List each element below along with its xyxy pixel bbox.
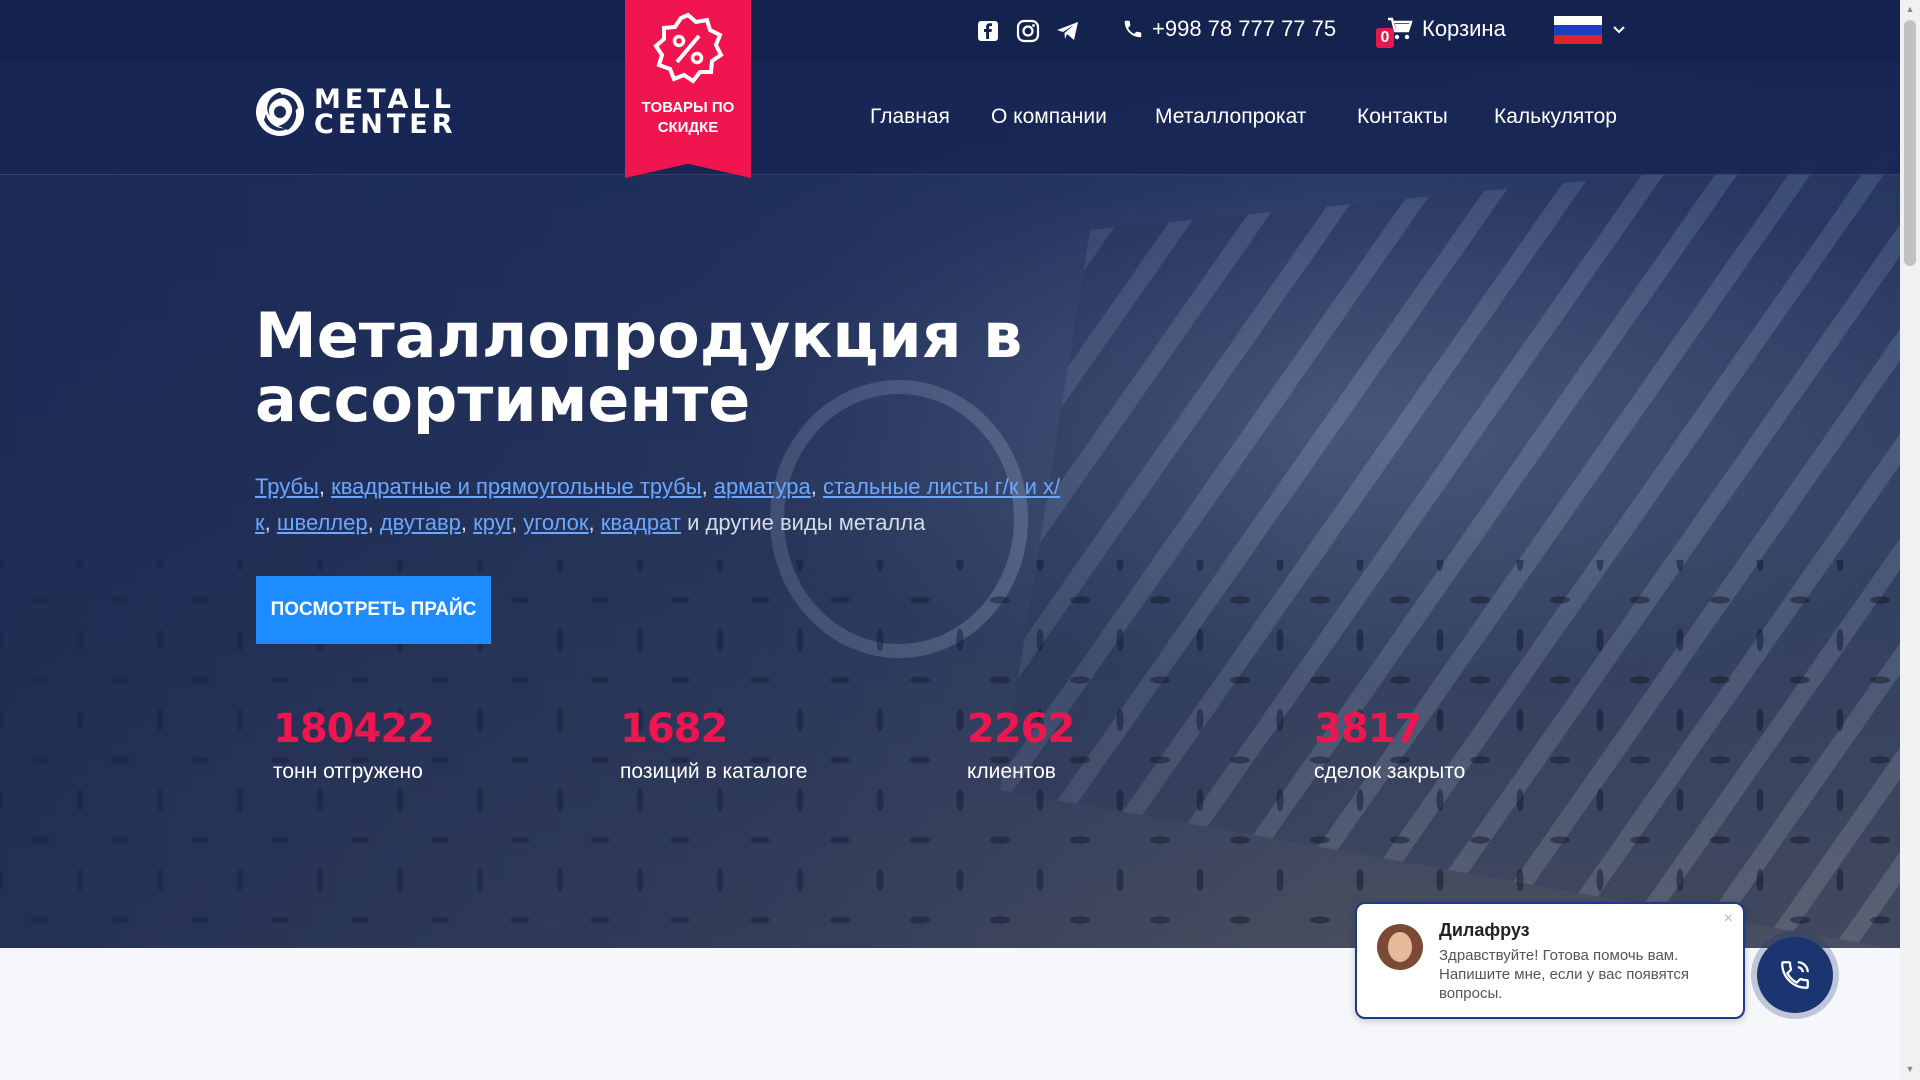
cart-label: Корзина (1422, 16, 1506, 41)
stat-item: 2262 клиентов (967, 706, 1075, 784)
nav-item-contacts[interactable]: Контакты (1357, 105, 1448, 129)
scroll-thumb[interactable] (1904, 20, 1916, 266)
language-selector[interactable] (1554, 16, 1626, 44)
stat-label: тонн отгружено (273, 760, 423, 783)
link-round-bar[interactable]: круг (473, 510, 511, 535)
chat-message: Здравствуйте! Готова помочь вам. Напишит… (1439, 947, 1690, 1002)
hero-title: Металлопродукция в ассортименте (255, 299, 1023, 436)
stat-value: 1682 (620, 706, 728, 752)
nav-item-home[interactable]: Главная (870, 105, 950, 129)
nav-item-metal-products[interactable]: Металлопрокат (1155, 105, 1306, 129)
phone-link[interactable]: +998 78 777 77 75 (1122, 16, 1336, 42)
stat-label: клиентов (967, 760, 1056, 783)
logo-icon (256, 88, 304, 136)
instagram-icon[interactable] (1015, 18, 1041, 44)
link-square-bar[interactable]: квадрат (601, 510, 681, 535)
logo-text: METALL CENTER (314, 84, 457, 140)
scroll-up-icon[interactable]: ▲ (1904, 4, 1916, 16)
link-pipes[interactable]: Трубы (255, 474, 319, 499)
scroll-down-icon[interactable]: ▼ (1904, 1064, 1916, 1076)
chevron-down-icon (1613, 26, 1625, 34)
hero-description: Трубы, квадратные и прямоугольные трубы,… (255, 474, 1061, 535)
link-angle[interactable]: уголок (523, 510, 588, 535)
stat-item: 180422 тонн отгружено (273, 706, 435, 784)
stat-value: 3817 (1314, 706, 1422, 752)
stat-value: 2262 (967, 706, 1075, 752)
discount-label: ТОВАРЫ ПО СКИДКЕ (641, 99, 735, 136)
stat-label: позиций в каталоге (620, 760, 808, 783)
discount-badge[interactable]: ТОВАРЫ ПО СКИДКЕ (625, 0, 751, 178)
call-button[interactable] (1757, 937, 1833, 1013)
link-i-beam[interactable]: двутавр (380, 510, 461, 535)
discount-percent-icon (653, 12, 724, 84)
link-channel[interactable]: швеллер (277, 510, 368, 535)
stat-label: сделок закрыто (1314, 760, 1466, 783)
nav-item-calculator[interactable]: Калькулятор (1494, 105, 1617, 129)
ru-flag-icon (1554, 16, 1602, 44)
phone-icon (1124, 20, 1142, 38)
phone-number: +998 78 777 77 75 (1152, 16, 1337, 41)
cart-count-badge: 0 (1376, 28, 1394, 48)
link-square-pipes[interactable]: квадратные и прямоугольные трубы (331, 474, 701, 499)
stat-value: 180422 (273, 706, 435, 752)
logo[interactable]: METALL CENTER (254, 86, 457, 138)
stat-item: 3817 сделок закрыто (1314, 706, 1465, 784)
scrollbar[interactable]: ▲ ▼ (1900, 0, 1920, 1080)
stat-item: 1682 позиций в каталоге (620, 706, 807, 784)
hero-description-tail: и другие виды металла (687, 510, 926, 535)
telegram-icon[interactable] (1055, 18, 1081, 44)
facebook-icon[interactable] (975, 18, 1001, 44)
phone-call-icon (1781, 961, 1809, 989)
link-rebar[interactable]: арматура (714, 474, 811, 499)
chat-popup[interactable]: Дилафруз Здравствуйте! Готова помочь вам… (1355, 902, 1745, 1019)
close-icon[interactable]: × (1724, 910, 1733, 928)
cart-link[interactable]: 0 Корзина (1376, 16, 1506, 48)
avatar (1377, 924, 1423, 970)
nav-item-about[interactable]: О компании (991, 105, 1107, 129)
view-price-button[interactable]: ПОСМОТРЕТЬ ПРАЙС (256, 576, 491, 644)
chat-agent-name: Дилафруз (1439, 920, 1530, 940)
